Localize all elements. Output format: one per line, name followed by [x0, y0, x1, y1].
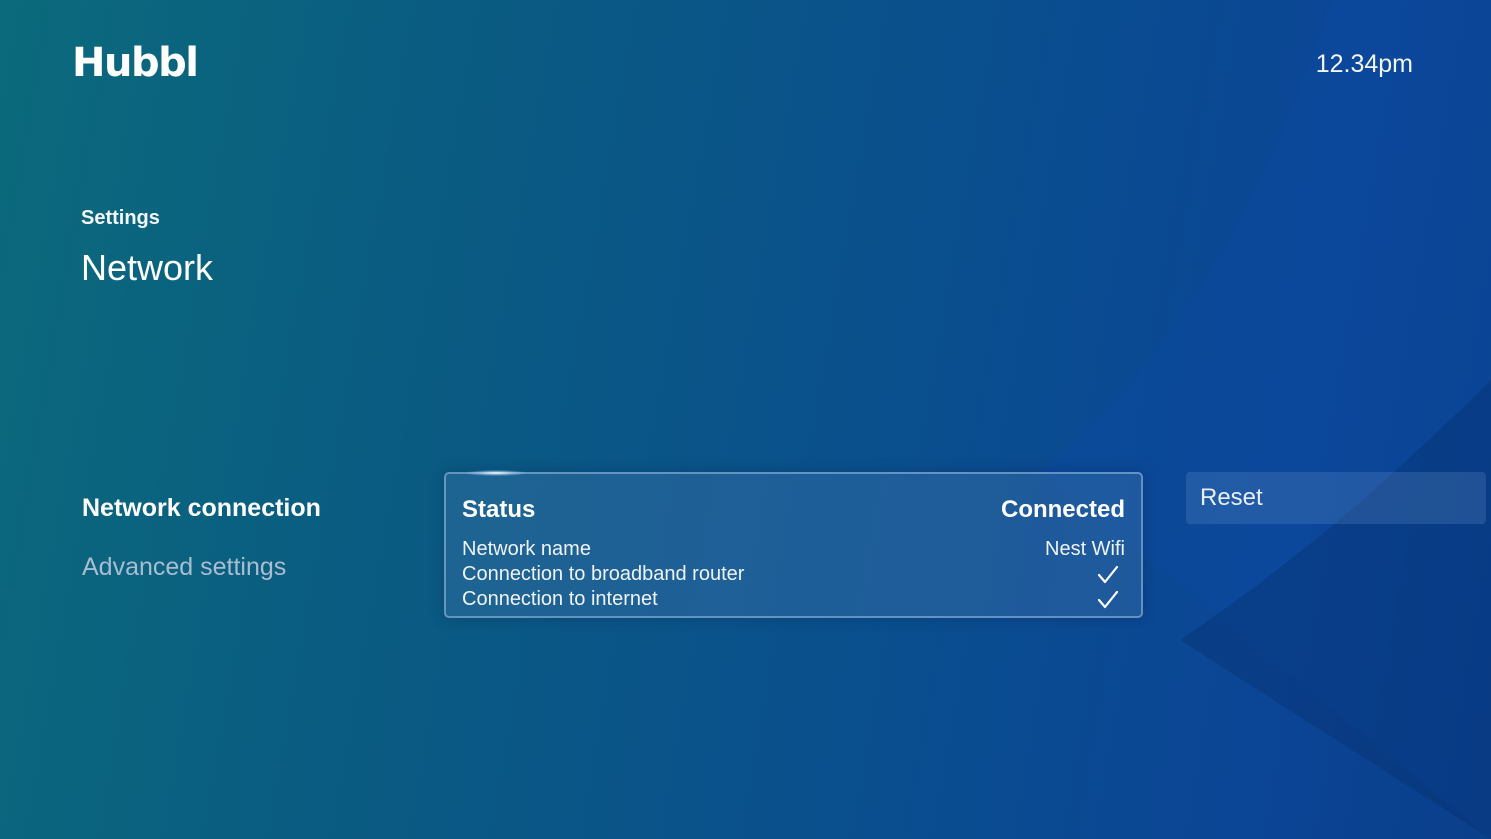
router-connection-label: Connection to broadband router [462, 563, 745, 585]
breadcrumb: Settings [81, 207, 160, 229]
status-row: Status Connected [462, 496, 1125, 524]
checkmark-icon [1097, 590, 1119, 608]
hubbl-logo: Hubbl [72, 40, 199, 86]
nav-item-advanced-settings[interactable]: Advanced settings [82, 549, 321, 585]
settings-nav: Network connection Advanced settings [82, 490, 321, 608]
network-name-label: Network name [462, 538, 591, 560]
status-label: Status [462, 496, 536, 523]
background-swoosh [1040, 0, 1491, 839]
internet-connection-row: Connection to internet [462, 588, 1125, 611]
router-connection-row: Connection to broadband router [462, 563, 1125, 586]
clock: 12.34pm [1315, 50, 1413, 78]
nav-item-network-connection[interactable]: Network connection [82, 490, 321, 526]
checkmark-icon [1097, 565, 1119, 583]
network-name-row: Network name Nest Wifi [462, 538, 1125, 561]
page-title: Network [81, 247, 214, 288]
status-value: Connected [1000, 496, 1125, 523]
network-name-value: Nest Wifi [1045, 538, 1125, 560]
reset-button[interactable]: Reset [1186, 472, 1486, 524]
focus-glow [466, 470, 526, 476]
internet-connection-label: Connection to internet [462, 588, 658, 610]
network-status-card[interactable]: Status Connected Network name Nest Wifi … [444, 470, 1143, 618]
